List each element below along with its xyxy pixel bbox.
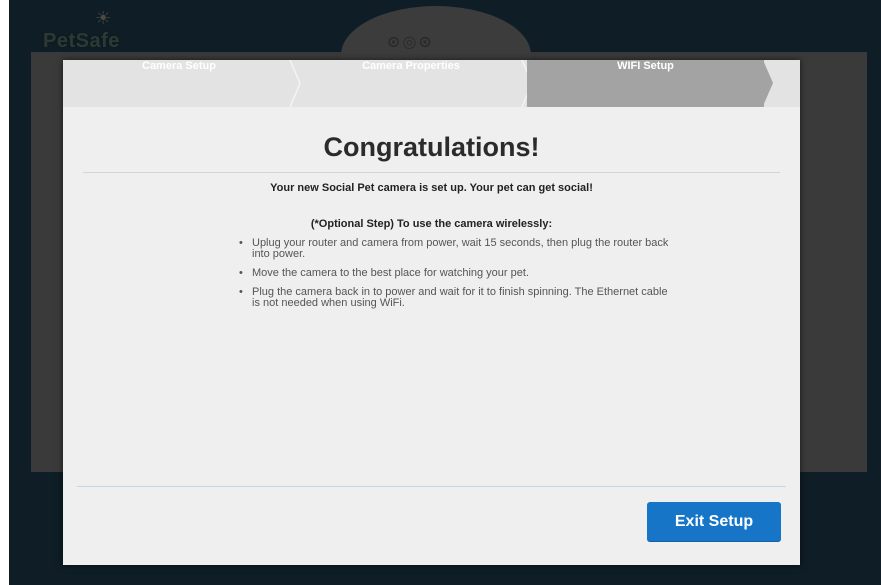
active-step-arrow-icon: [763, 60, 773, 106]
bullet-icon: •: [239, 286, 243, 298]
list-item: • Move the camera to the best place for …: [237, 268, 677, 279]
setup-dialog: Camera Setup Camera Properties WIFI Setu…: [63, 60, 800, 565]
divider: [83, 172, 780, 173]
setup-complete-message: Your new Social Pet camera is set up. Yo…: [270, 182, 593, 194]
instructions-list: • Uplug your router and camera from powe…: [237, 238, 677, 317]
instruction-text: Move the camera to the best place for wa…: [252, 267, 529, 279]
bullet-icon: •: [239, 237, 243, 249]
bullet-icon: •: [239, 267, 243, 279]
step-label: Camera Properties: [362, 60, 460, 72]
step-camera-setup: Camera Setup: [63, 60, 295, 107]
dialog-title: Congratulations!: [323, 132, 540, 162]
list-item: • Plug the camera back in to power and w…: [237, 287, 677, 309]
step-label: Camera Setup: [142, 60, 216, 72]
instruction-text: Plug the camera back in to power and wai…: [252, 286, 668, 309]
logo-text: PetSafe: [43, 30, 120, 52]
list-item: • Uplug your router and camera from powe…: [237, 238, 677, 260]
step-camera-properties: Camera Properties: [295, 60, 527, 107]
step-wifi-setup: WIFI Setup: [527, 60, 764, 107]
optional-step-heading: (*Optional Step) To use the camera wirel…: [310, 218, 553, 230]
exit-setup-button[interactable]: Exit Setup: [647, 502, 781, 542]
instruction-text: Uplug your router and camera from power,…: [252, 237, 669, 260]
camera-lens-icon: ⊙◎⊙: [387, 32, 434, 51]
step-label: WIFI Setup: [617, 60, 674, 72]
setup-steps: Camera Setup Camera Properties WIFI Setu…: [63, 60, 800, 107]
footer-divider: [77, 486, 786, 487]
petsafe-logo: ☀ PetSafe: [35, 8, 183, 58]
sunburst-icon: ☀: [95, 8, 112, 28]
